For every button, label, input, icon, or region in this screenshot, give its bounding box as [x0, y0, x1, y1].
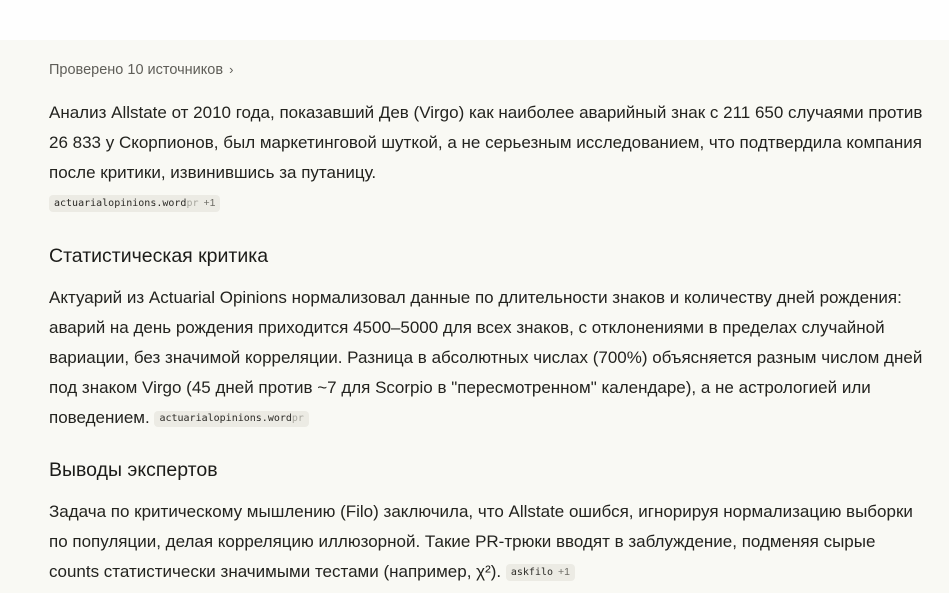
paragraph-intro-text: Анализ Allstate от 2010 года, показавший… — [49, 103, 923, 182]
paragraph-statistics: Актуарий из Actuarial Opinions нормализо… — [49, 283, 929, 433]
source-chip-count: +1 — [558, 566, 571, 578]
source-chip-count: +1 — [203, 197, 216, 209]
source-chip-actuarialopinions-2[interactable]: actuarialopinions.wordpr — [154, 411, 309, 427]
source-chip-label: actuarialopinions.word — [159, 413, 292, 424]
section-heading-experts: Выводы экспертов — [49, 459, 218, 481]
sources-toggle[interactable]: Проверено 10 источников › — [49, 60, 233, 80]
paragraph-statistics-text: Актуарий из Actuarial Opinions нормализо… — [49, 288, 923, 427]
source-chip-actuarialopinions[interactable]: actuarialopinions.wordpr +1 — [49, 195, 221, 212]
paragraph-intro: Анализ Allstate от 2010 года, показавший… — [49, 98, 929, 218]
answer-panel: Проверено 10 источников › Анализ Allstat… — [0, 40, 949, 593]
sources-label: Проверено 10 источников — [49, 62, 224, 78]
paragraph-experts-text: Задача по критическому мышлению (Filo) з… — [49, 502, 913, 581]
source-chip-label: askfilo — [510, 567, 554, 578]
top-band — [0, 0, 949, 40]
section-heading-statistics: Статистическая критика — [49, 245, 269, 267]
source-chip-askfilo[interactable]: askfilo +1 — [505, 564, 576, 581]
source-chip-fade: pr — [291, 413, 304, 424]
paragraph-experts: Задача по критическому мышлению (Filo) з… — [49, 497, 929, 587]
chevron-right-icon: › — [229, 62, 234, 77]
source-chip-label: actuarialopinions.word — [54, 198, 187, 209]
source-chip-fade: pr — [186, 198, 199, 209]
